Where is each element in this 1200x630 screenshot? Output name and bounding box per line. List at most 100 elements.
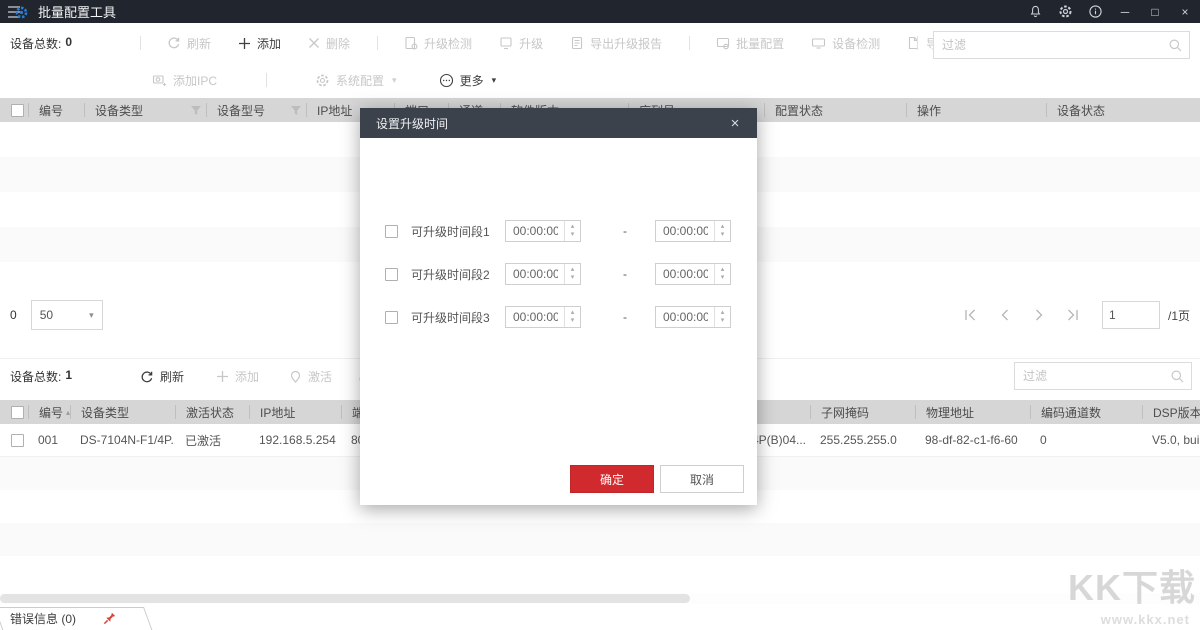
period1-end-input[interactable]: [656, 224, 708, 238]
titlebar-actions: ─ □ ×: [1020, 0, 1200, 23]
spin-up-icon[interactable]: ▴: [571, 266, 575, 274]
spin-down-icon[interactable]: ▾: [571, 317, 575, 325]
column-header: 激活状态: [186, 405, 234, 419]
time-spinner[interactable]: ▴ ▾: [564, 307, 580, 327]
spin-down-icon[interactable]: ▾: [571, 231, 575, 239]
column-header: 编码通道数: [1041, 405, 1101, 419]
last-page-button[interactable]: [1056, 303, 1090, 327]
period1-end-time: ▴ ▾: [655, 220, 731, 242]
toolbar-divider: [917, 36, 918, 50]
set-upgrade-time-dialog: 设置升级时间 × 可升级时间段1 ▴ ▾ - ▴ ▾: [360, 108, 757, 505]
refresh-button[interactable]: 刷新: [167, 35, 211, 52]
error-info-tab[interactable]: 错误信息 (0): [0, 607, 158, 630]
chevron-down-icon: ▾: [89, 310, 94, 321]
cell-ip: 192.168.5.254: [249, 433, 341, 447]
row-checkbox[interactable]: [11, 434, 24, 447]
dialog-title: 设置升级时间: [376, 115, 448, 132]
spin-up-icon[interactable]: ▴: [571, 223, 575, 231]
spin-up-icon[interactable]: ▴: [721, 266, 725, 274]
filter-funnel-icon[interactable]: [190, 105, 202, 116]
scrollbar-thumb[interactable]: [0, 594, 690, 603]
horizontal-scrollbar[interactable]: [0, 593, 1200, 604]
toolbar-divider: [377, 36, 378, 50]
monitor-icon: [811, 36, 826, 50]
page-total-label: /1页: [1168, 307, 1190, 324]
add-ipc-button[interactable]: 添加IPC: [152, 72, 217, 89]
add-button[interactable]: 添加: [238, 35, 281, 52]
add-device-button[interactable]: 添加: [216, 368, 259, 385]
spin-down-icon[interactable]: ▾: [721, 274, 725, 282]
export-upgrade-report-button[interactable]: 导出升级报告: [570, 35, 662, 52]
error-tab-label: 错误信息 (0): [10, 610, 76, 627]
titlebar: 批量配置工具 ─ □ ×: [0, 0, 1200, 23]
app-window: 批量配置工具 ─ □ ×: [0, 0, 1200, 630]
time-spinner[interactable]: ▴ ▾: [714, 221, 730, 241]
refresh-device-button[interactable]: 刷新: [140, 368, 184, 385]
period1-start-input[interactable]: [506, 224, 558, 238]
spin-down-icon[interactable]: ▾: [571, 274, 575, 282]
maximize-button[interactable]: □: [1140, 0, 1170, 23]
delete-button[interactable]: 删除: [308, 35, 350, 52]
spin-up-icon[interactable]: ▴: [571, 309, 575, 317]
time-spinner[interactable]: ▴ ▾: [564, 221, 580, 241]
range-dash: -: [615, 224, 635, 238]
watermark-url: www.kkx.net: [996, 612, 1196, 627]
close-button[interactable]: ×: [1170, 0, 1200, 23]
spin-up-icon[interactable]: ▴: [721, 309, 725, 317]
info-icon[interactable]: [1080, 0, 1110, 23]
settings-gear-icon[interactable]: [1050, 0, 1080, 23]
column-header: 设备类型: [95, 103, 143, 117]
cell-channels: 0: [1030, 433, 1142, 447]
search-icon[interactable]: [1170, 369, 1185, 384]
device-check-button[interactable]: 设备检测: [811, 35, 880, 52]
device-total-lower: 设备总数: 1: [10, 368, 140, 385]
upgrade-period-row: 可升级时间段2 ▴ ▾ - ▴ ▾: [385, 263, 735, 285]
notification-bell-icon[interactable]: [1020, 0, 1050, 23]
period3-start-input[interactable]: [506, 310, 558, 324]
period2-checkbox[interactable]: [385, 268, 398, 281]
time-spinner[interactable]: ▴ ▾: [714, 264, 730, 284]
cancel-button[interactable]: 取消: [660, 465, 744, 493]
time-spinner[interactable]: ▴ ▾: [714, 307, 730, 327]
page-size-select[interactable]: 50 ▾: [31, 300, 103, 330]
upgrade-check-button[interactable]: 升级检测: [404, 35, 472, 52]
spin-down-icon[interactable]: ▾: [721, 317, 725, 325]
first-page-button[interactable]: [954, 303, 988, 327]
select-all-checkbox-upper[interactable]: [11, 104, 24, 117]
time-spinner[interactable]: ▴ ▾: [564, 264, 580, 284]
app-title: 批量配置工具: [38, 2, 116, 21]
minimize-button[interactable]: ─: [1110, 0, 1140, 23]
system-config-button[interactable]: 系统配置 ▾: [315, 72, 397, 89]
column-header: 设备型号: [217, 103, 265, 117]
filter-input-upper[interactable]: [942, 38, 1168, 52]
more-button[interactable]: 更多 ▾: [439, 72, 497, 89]
period2-start-input[interactable]: [506, 267, 558, 281]
spin-up-icon[interactable]: ▴: [721, 223, 725, 231]
filter-input-lower[interactable]: [1023, 369, 1170, 383]
period2-end-input[interactable]: [656, 267, 708, 281]
batch-config-button[interactable]: 批量配置: [716, 35, 784, 52]
pushpin-icon[interactable]: [102, 611, 117, 626]
next-page-button[interactable]: [1022, 303, 1056, 327]
device-total-label: 设备总数:: [10, 35, 61, 52]
period3-checkbox[interactable]: [385, 311, 398, 324]
period3-end-input[interactable]: [656, 310, 708, 324]
ok-button[interactable]: 确定: [570, 465, 654, 493]
prev-page-button[interactable]: [988, 303, 1022, 327]
device-total-upper: 设备总数: 0: [10, 35, 140, 52]
search-icon[interactable]: [1168, 38, 1183, 53]
filter-funnel-icon[interactable]: [290, 105, 302, 116]
spin-down-icon[interactable]: ▾: [721, 231, 725, 239]
column-header: 设备类型: [81, 405, 129, 419]
upgrade-button[interactable]: 升级: [499, 35, 543, 52]
select-all-checkbox-lower[interactable]: [11, 406, 24, 419]
gear-icon: [315, 73, 330, 88]
dialog-close-icon[interactable]: ×: [725, 115, 745, 132]
column-header: IP地址: [260, 405, 295, 419]
period1-checkbox[interactable]: [385, 225, 398, 238]
chevron-down-icon: ▾: [392, 75, 397, 86]
page-number-input[interactable]: [1102, 301, 1160, 329]
filter-box-upper: [933, 31, 1190, 59]
activate-button[interactable]: 激活: [289, 368, 332, 385]
app-logo-icon: [8, 4, 30, 20]
